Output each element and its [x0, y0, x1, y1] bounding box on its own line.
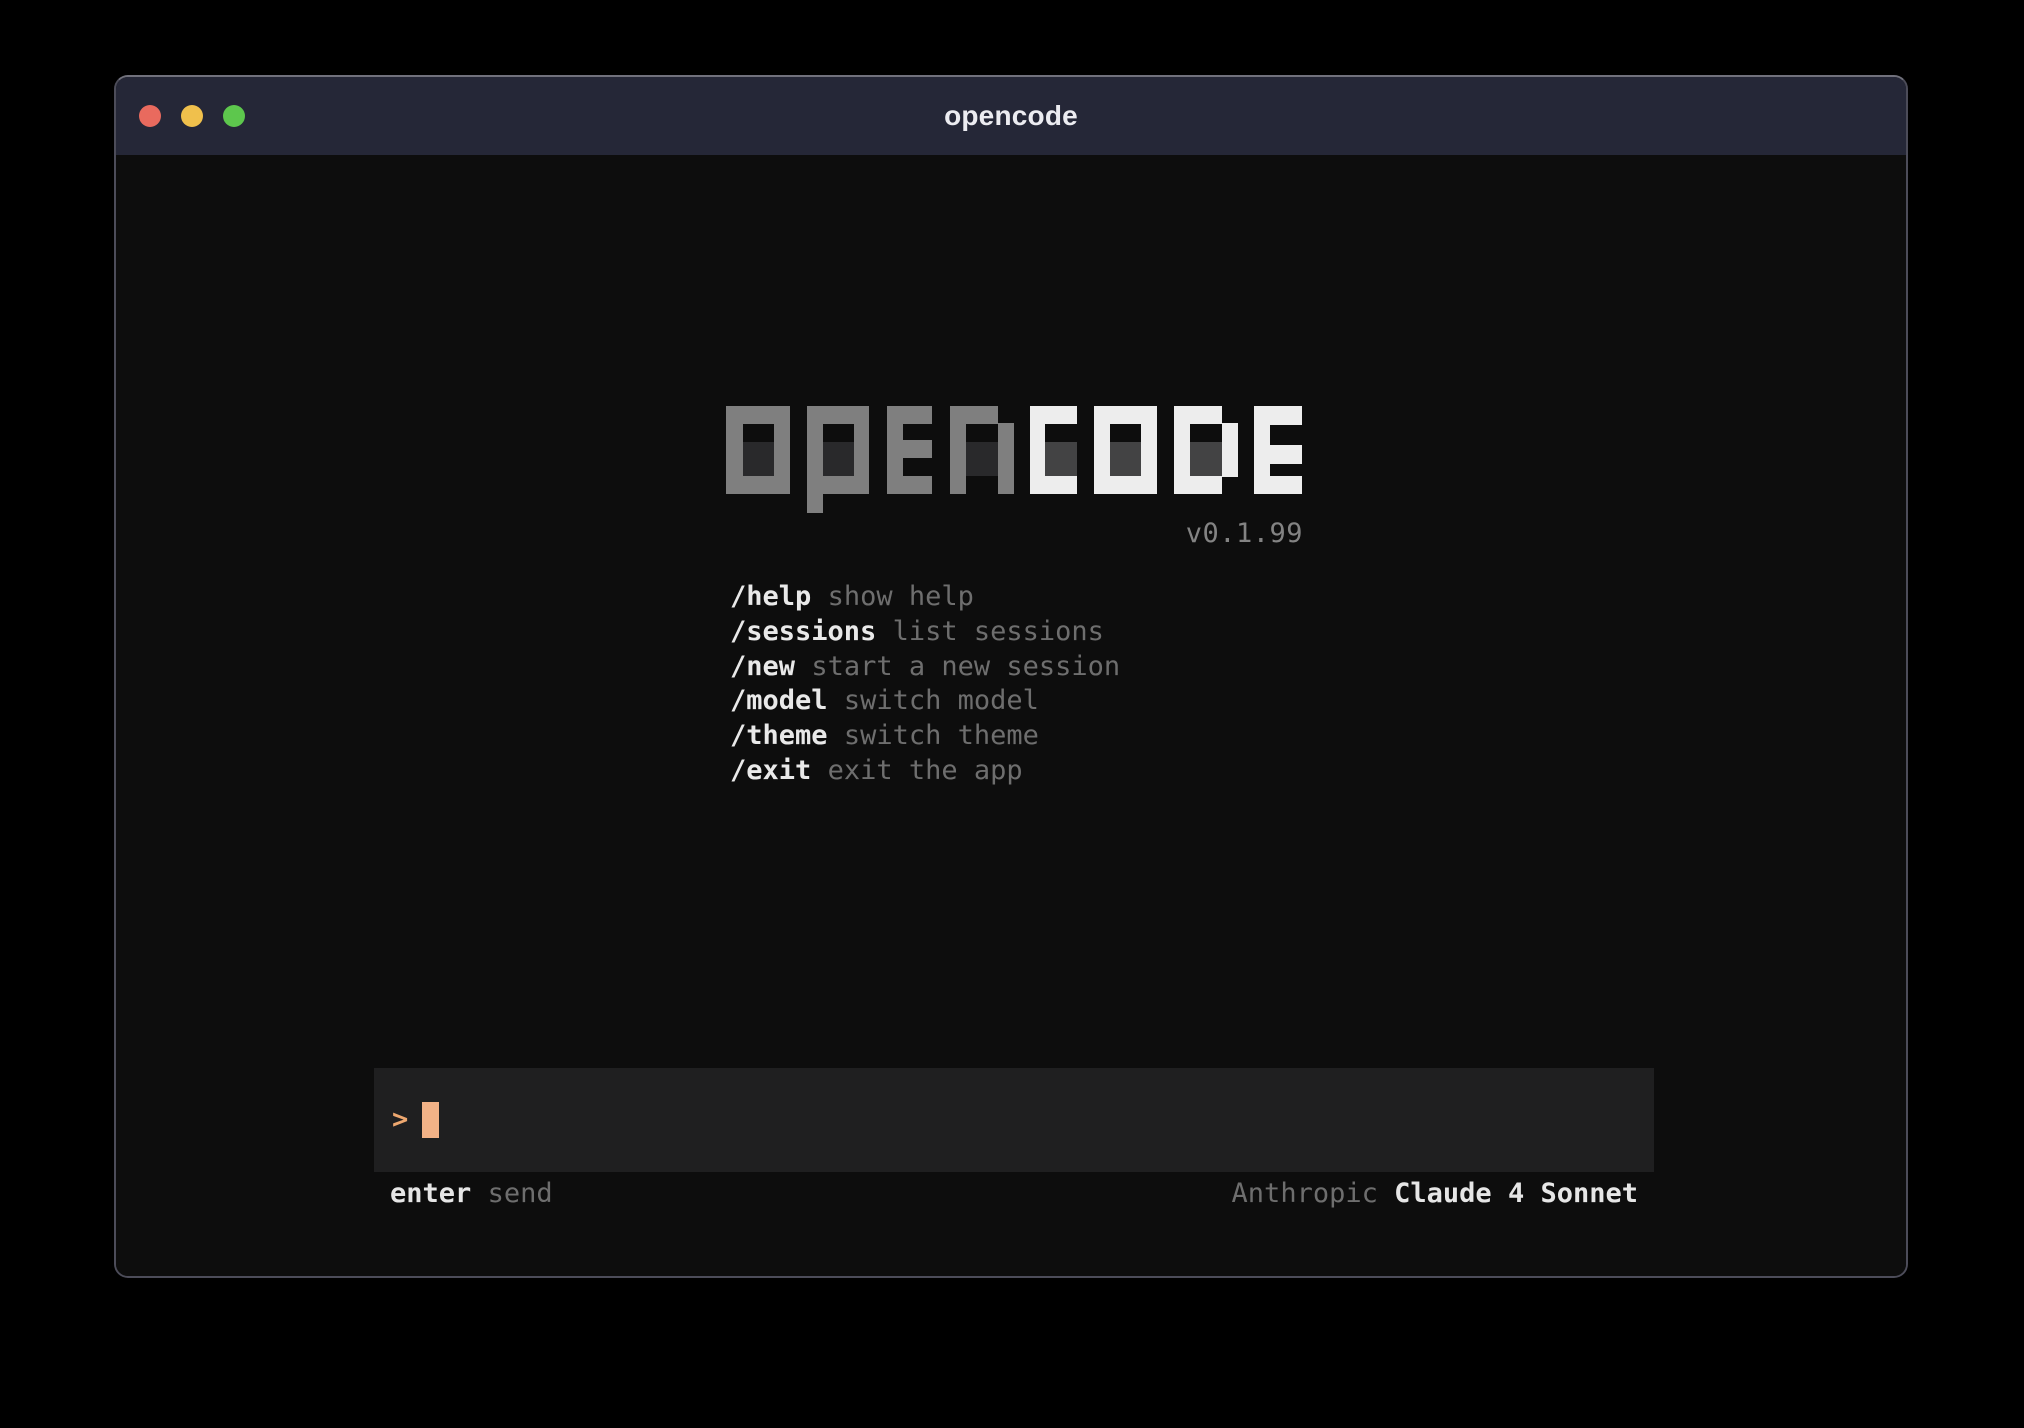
close-button[interactable]: [139, 105, 161, 127]
command-name: /new: [730, 650, 795, 685]
model-indicator: Anthropic Claude 4 Sonnet: [1232, 1177, 1638, 1211]
command-description: exit the app: [828, 754, 1023, 789]
model-label: Claude 4 Sonnet: [1394, 1177, 1638, 1211]
command-name: /sessions: [730, 615, 876, 650]
command-description: switch theme: [844, 719, 1039, 754]
keybind-hint: enter send: [390, 1177, 553, 1211]
command-description: start a new session: [811, 650, 1120, 685]
command-item-model: /model switch model: [730, 684, 1120, 719]
command-name: /theme: [730, 719, 828, 754]
command-name: /exit: [730, 754, 811, 789]
opencode-logo: [726, 406, 1306, 513]
app-window: opencode: [114, 75, 1908, 1278]
message-input[interactable]: >: [374, 1068, 1654, 1172]
minimize-button[interactable]: [181, 105, 203, 127]
prompt-icon: >: [392, 1068, 408, 1172]
command-list: /help show help /sessions list sessions …: [730, 580, 1120, 789]
version-label: v0.1.99: [726, 518, 1303, 549]
provider-label: Anthropic: [1232, 1177, 1378, 1211]
text-cursor: [422, 1102, 439, 1138]
command-description: list sessions: [893, 615, 1104, 650]
command-description: show help: [828, 580, 974, 615]
command-item-sessions: /sessions list sessions: [730, 615, 1120, 650]
command-description: switch model: [844, 684, 1039, 719]
key-action: send: [488, 1177, 553, 1211]
logo-code-shadows: [1045, 442, 1222, 476]
command-item-help: /help show help: [730, 580, 1120, 615]
terminal-content: v0.1.99 /help show help /sessions list s…: [116, 155, 1906, 1276]
command-item-new: /new start a new session: [730, 650, 1120, 685]
key-label: enter: [390, 1177, 471, 1211]
status-bar: enter send Anthropic Claude 4 Sonnet: [374, 1177, 1654, 1211]
command-name: /model: [730, 684, 828, 719]
command-item-theme: /theme switch theme: [730, 719, 1120, 754]
maximize-button[interactable]: [223, 105, 245, 127]
titlebar[interactable]: opencode: [116, 77, 1906, 155]
command-name: /help: [730, 580, 811, 615]
window-title: opencode: [116, 100, 1906, 132]
command-item-exit: /exit exit the app: [730, 754, 1120, 789]
traffic-lights: [139, 77, 245, 155]
